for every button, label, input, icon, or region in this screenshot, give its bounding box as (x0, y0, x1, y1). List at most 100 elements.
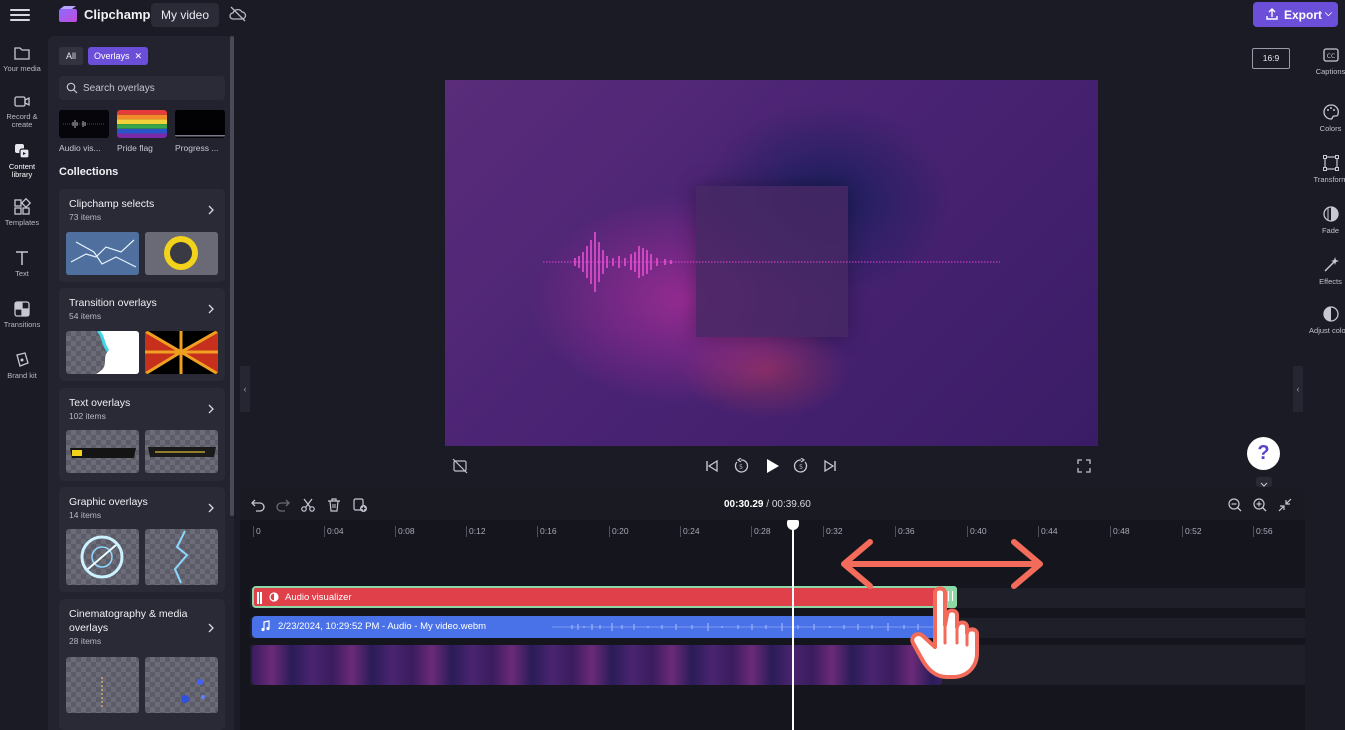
overlay-label: Progress ... (175, 143, 219, 153)
delete-icon[interactable] (326, 497, 342, 513)
play-icon[interactable] (763, 457, 781, 475)
collection-cinematography-media-overlays[interactable]: Cinematography & media overlays 28 items (59, 599, 225, 730)
undo-icon[interactable] (250, 497, 266, 513)
rail-item-content-library[interactable]: Content library (0, 128, 44, 179)
filter-chip-all[interactable]: All (59, 47, 84, 65)
text-icon (16, 251, 28, 265)
overlay-thumb-progress-bar[interactable] (175, 110, 225, 138)
collapse-right-panel-handle[interactable]: ‹ (1293, 366, 1303, 412)
menu-icon[interactable] (10, 6, 30, 24)
rail-item-adjust-colors[interactable]: Adjust colors (1308, 305, 1345, 335)
brand-name: Clipchamp (84, 7, 151, 22)
rail-item-brand-kit[interactable]: Brand kit (0, 337, 44, 385)
fit-timeline-icon[interactable] (1277, 497, 1293, 513)
pride-flag-thumbnail (117, 110, 167, 138)
fade-icon (1322, 206, 1339, 222)
cloud-off-icon[interactable] (229, 6, 247, 22)
transform-icon (1322, 155, 1339, 171)
collections-heading: Collections (59, 166, 119, 178)
rail-item-colors[interactable]: Colors (1308, 103, 1345, 133)
playhead[interactable] (792, 525, 794, 730)
effects-icon (1323, 257, 1339, 272)
hand-cursor-icon (910, 586, 979, 679)
audio-visualizer-waveform (543, 232, 1000, 292)
rail-item-effects[interactable]: Effects (1308, 256, 1345, 286)
collection-thumbnail (66, 529, 139, 585)
content-library-panel: All Overlays✕ Audio vis... Pride flag (48, 36, 234, 730)
timeline: 00:30.29 / 00:39.60 0 0:04 0:08 0:12 0:1… (240, 490, 1305, 730)
collection-thumbnail (66, 232, 139, 275)
export-label: Export (1284, 8, 1323, 22)
close-icon[interactable]: ✕ (135, 51, 143, 61)
svg-text:5: 5 (739, 464, 743, 471)
rail-item-record-create[interactable]: Record & create (0, 78, 44, 129)
clip-start-handle[interactable] (257, 592, 262, 604)
panel-scrollbar[interactable] (230, 36, 234, 516)
audio-clip[interactable]: 2/23/2024, 10:29:52 PM - Audio - My vide… (252, 616, 940, 638)
redo-icon[interactable] (275, 497, 291, 513)
zoom-out-icon[interactable] (1227, 497, 1243, 513)
search-input[interactable] (83, 79, 221, 97)
collection-thumbnail (66, 331, 139, 374)
collection-thumbnail (145, 232, 218, 275)
aspect-ratio-button[interactable]: 16:9 (1252, 48, 1290, 69)
chevron-right-icon (208, 503, 214, 513)
audio-wave-thumbnail (59, 110, 109, 138)
rail-item-transform[interactable]: Transform (1308, 154, 1345, 184)
project-name-field[interactable]: My video (151, 3, 220, 27)
overlay-label: Pride flag (117, 143, 153, 153)
clip-label: Audio visualizer (285, 592, 352, 603)
rail-item-transitions[interactable]: Transitions (0, 286, 44, 334)
audio-waveform (552, 623, 940, 631)
palette-icon (1322, 104, 1339, 120)
clipchamp-editor: Clipchamp My video Export ⌵ Your media R… (0, 0, 1345, 730)
timecode: 00:30.29 / 00:39.60 (724, 499, 811, 510)
rail-item-templates[interactable]: Templates (0, 184, 44, 232)
help-button[interactable]: ? (1247, 437, 1280, 470)
video-clip[interactable] (252, 645, 942, 685)
captions-icon: CC (1322, 48, 1339, 62)
overlay-thumb-pride-flag[interactable] (117, 110, 167, 138)
content-library-icon (15, 144, 30, 159)
collection-thumbnail (145, 529, 218, 585)
forward-5s-icon[interactable]: 5 (793, 458, 809, 474)
adjust-colors-icon (1322, 306, 1339, 322)
playhead-handle[interactable] (787, 520, 799, 530)
export-button[interactable]: Export ⌵ (1253, 2, 1338, 27)
zoom-in-icon[interactable] (1252, 497, 1268, 513)
overlay-thumb-audio-visualizer[interactable] (59, 110, 109, 138)
skip-to-end-icon[interactable] (822, 458, 838, 474)
rail-item-captions[interactable]: CC Captions (1308, 46, 1345, 76)
rail-item-text[interactable]: Text (0, 235, 44, 283)
rail-item-your-media[interactable]: Your media (0, 30, 44, 78)
progress-bar-thumbnail (175, 110, 225, 138)
chevron-right-icon (208, 205, 214, 215)
scissors-icon[interactable] (300, 497, 316, 513)
collection-transition-overlays[interactable]: Transition overlays 54 items (59, 288, 225, 381)
rail-item-fade[interactable]: Fade (1308, 205, 1345, 235)
folder-icon (14, 47, 30, 60)
chevron-right-icon (208, 304, 214, 314)
collection-thumbnail (66, 430, 139, 473)
svg-text:5: 5 (799, 464, 803, 471)
duplicate-icon[interactable] (352, 497, 368, 513)
video-preview[interactable] (445, 80, 1098, 446)
clip-label: 2/23/2024, 10:29:52 PM - Audio - My vide… (278, 621, 487, 632)
audio-visualizer-icon (269, 592, 279, 602)
rewind-5s-icon[interactable]: 5 (733, 458, 749, 474)
clipchamp-logo-icon (59, 6, 77, 22)
templates-icon (14, 198, 31, 215)
fullscreen-icon[interactable] (1076, 458, 1092, 474)
collapse-left-panel-handle[interactable]: ‹ (240, 366, 250, 412)
collection-graphic-overlays[interactable]: Graphic overlays 14 items (59, 487, 225, 592)
hide-preview-icon[interactable] (452, 458, 468, 474)
filter-chip-overlays[interactable]: Overlays ✕ (88, 47, 149, 65)
collection-clipchamp-selects[interactable]: Clipchamp selects 73 items (59, 189, 225, 282)
chevron-right-icon (208, 623, 214, 633)
skip-to-start-icon[interactable] (704, 458, 720, 474)
brand-kit-icon (16, 352, 29, 367)
svg-text:CC: CC (1326, 53, 1334, 60)
collection-text-overlays[interactable]: Text overlays 102 items (59, 388, 225, 481)
left-rail: Your media Record & create Content libra… (0, 30, 44, 730)
chevron-down-icon[interactable] (1256, 477, 1272, 487)
